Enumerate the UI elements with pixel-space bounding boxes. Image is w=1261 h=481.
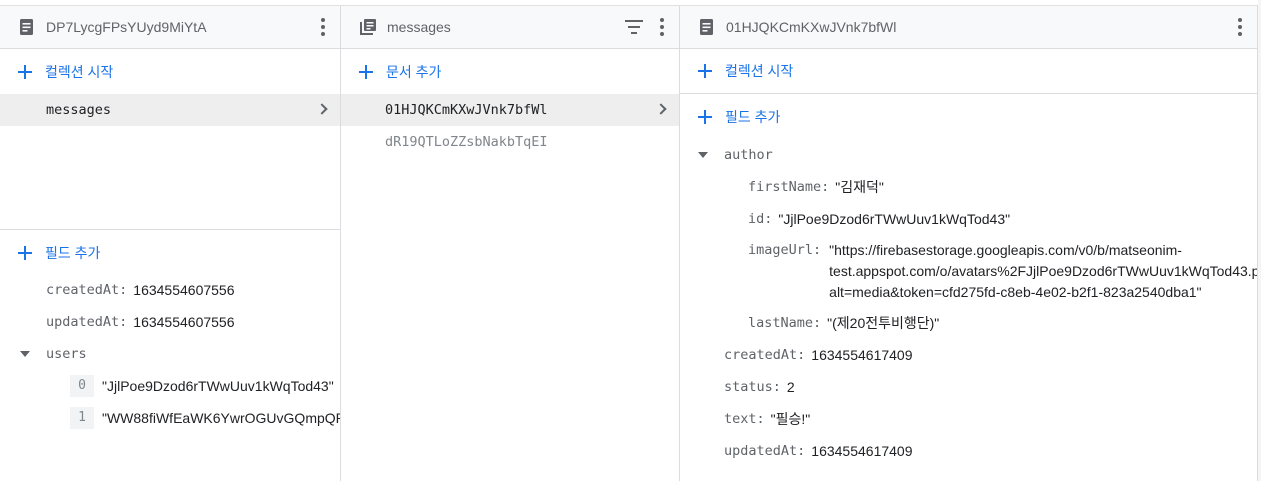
array-item[interactable]: 0 "JjlPoe9Dzod6rTWwUuv1kWqTod43" [70, 370, 334, 402]
more-vert-icon[interactable] [659, 18, 665, 36]
field-value-line: alt=media&token=cfd275fd-c8eb-4e02-b2f1-… [829, 284, 1202, 300]
field-key: id: [748, 211, 773, 227]
field-row-createdAt[interactable]: createdAt: 1634554607556 [46, 274, 235, 306]
add-icon [698, 109, 712, 124]
panel-title: messages [387, 19, 451, 35]
panel-title: 01HJQKCmKXwJVnk7bfWl [726, 19, 897, 35]
add-document-label: 문서 추가 [386, 63, 442, 80]
field-key: author [724, 147, 773, 163]
field-key: createdAt: [724, 347, 806, 363]
filter-icon[interactable] [625, 20, 643, 34]
field-key: imageUrl: [748, 242, 822, 258]
field-value: 2 [786, 379, 795, 395]
array-value: "WW88fiWfEaWK6YwrOGUvGQmpQPW [102, 410, 341, 426]
field-row-updatedAt[interactable]: updatedAt: 1634554617409 [724, 435, 913, 467]
document-icon [700, 19, 713, 35]
field-value: 1634554607556 [133, 314, 235, 330]
document-item[interactable]: dR19QTLoZZsbNakbTqEI [341, 126, 679, 158]
field-row-imageUrl[interactable]: imageUrl: "https://firebasestorage.googl… [748, 240, 1258, 303]
field-value: "JjlPoe9Dzod6rTWwUuv1kWqTod43" [778, 211, 1011, 227]
array-index: 1 [70, 407, 94, 429]
field-row-text[interactable]: text: "필승!" [724, 403, 810, 435]
collection-panel: messages 문서 추가 01HJQKCmKXwJVnk7bfWl dR19… [341, 6, 680, 481]
field-value-line: "https://firebasestorage.googleapis.com/… [829, 242, 1182, 258]
add-icon [698, 64, 712, 78]
field-row-updatedAt[interactable]: updatedAt: 1634554607556 [46, 306, 235, 338]
document-item-selected[interactable]: 01HJQKCmKXwJVnk7bfWl [341, 94, 679, 126]
field-key: lastName: [748, 315, 822, 331]
field-value: 1634554617409 [811, 347, 913, 363]
start-collection-button[interactable]: 컬렉션 시작 [0, 49, 340, 94]
add-field-button[interactable]: 필드 추가 [680, 94, 1257, 139]
field-key: firstName: [748, 179, 830, 195]
expand-caret-icon[interactable] [20, 351, 30, 357]
field-key: text: [724, 411, 765, 427]
start-collection-label: 컬렉션 시작 [45, 63, 114, 80]
panel-header: 01HJQKCmKXwJVnk7bfWl [680, 6, 1257, 49]
field-row-createdAt[interactable]: createdAt: 1634554617409 [724, 339, 913, 371]
add-field-label: 필드 추가 [725, 108, 781, 125]
add-icon [18, 64, 32, 79]
document-icon [20, 19, 33, 35]
field-key: users [46, 346, 87, 362]
document-item-label: 01HJQKCmKXwJVnk7bfWl [385, 102, 548, 118]
start-collection-button[interactable]: 컬렉션 시작 [680, 49, 1257, 94]
field-key: updatedAt: [46, 314, 128, 330]
add-field-label: 필드 추가 [45, 244, 101, 261]
field-value: "필승!" [770, 411, 811, 427]
field-key: createdAt: [46, 282, 128, 298]
panel-header: DP7LycgFPsYUyd9MiYtA [0, 6, 340, 49]
field-value-line: test.appspot.com/o/avatars%2FJjlPoe9Dzod… [829, 263, 1258, 279]
field-value: 1634554617409 [811, 443, 913, 459]
field-key: status: [724, 379, 781, 395]
add-icon [359, 64, 373, 79]
field-value: "(제20전투비행단)" [827, 315, 940, 331]
expand-caret-icon[interactable] [698, 152, 708, 158]
document-panel: 01HJQKCmKXwJVnk7bfWl 컬렉션 시작 필드 추가 author… [680, 6, 1258, 481]
panel-title: DP7LycgFPsYUyd9MiYtA [46, 19, 207, 35]
add-icon [18, 245, 32, 260]
field-row-author[interactable]: author [698, 139, 773, 171]
chevron-right-icon [316, 103, 328, 115]
field-value: "https://firebasestorage.googleapis.com/… [829, 240, 1258, 303]
collection-item-messages[interactable]: messages [0, 94, 340, 126]
array-item[interactable]: 1 "WW88fiWfEaWK6YwrOGUvGQmpQPW [70, 402, 341, 434]
field-row-lastName[interactable]: lastName: "(제20전투비행단)" [748, 307, 939, 339]
add-field-button[interactable]: 필드 추가 [0, 230, 340, 275]
add-document-button[interactable]: 문서 추가 [341, 49, 679, 94]
field-row-id[interactable]: id: "JjlPoe9Dzod6rTWwUuv1kWqTod43" [748, 203, 1010, 235]
collection-icon [360, 19, 376, 35]
collection-item-label: messages [46, 102, 112, 118]
field-section: 필드 추가 createdAt: 1634554607556 updatedAt… [0, 229, 340, 429]
array-value: "JjlPoe9Dzod6rTWwUuv1kWqTod43" [102, 378, 334, 394]
document-panel-parent: DP7LycgFPsYUyd9MiYtA 컬렉션 시작 messages 필드 … [0, 6, 341, 481]
document-item-label: dR19QTLoZZsbNakbTqEI [385, 134, 548, 150]
field-row-users[interactable]: users [20, 338, 87, 370]
chevron-right-icon [655, 103, 667, 115]
start-collection-label: 컬렉션 시작 [725, 63, 794, 79]
array-index: 0 [70, 375, 94, 397]
field-row-firstName[interactable]: firstName: "김재덕" [748, 171, 884, 203]
panel-header: messages [341, 6, 679, 49]
field-value: "김재덕" [835, 179, 884, 195]
field-row-status[interactable]: status: 2 [724, 371, 795, 403]
more-vert-icon[interactable] [320, 18, 326, 36]
field-value: 1634554607556 [133, 282, 235, 298]
more-vert-icon[interactable] [1237, 18, 1243, 36]
field-key: updatedAt: [724, 443, 806, 459]
